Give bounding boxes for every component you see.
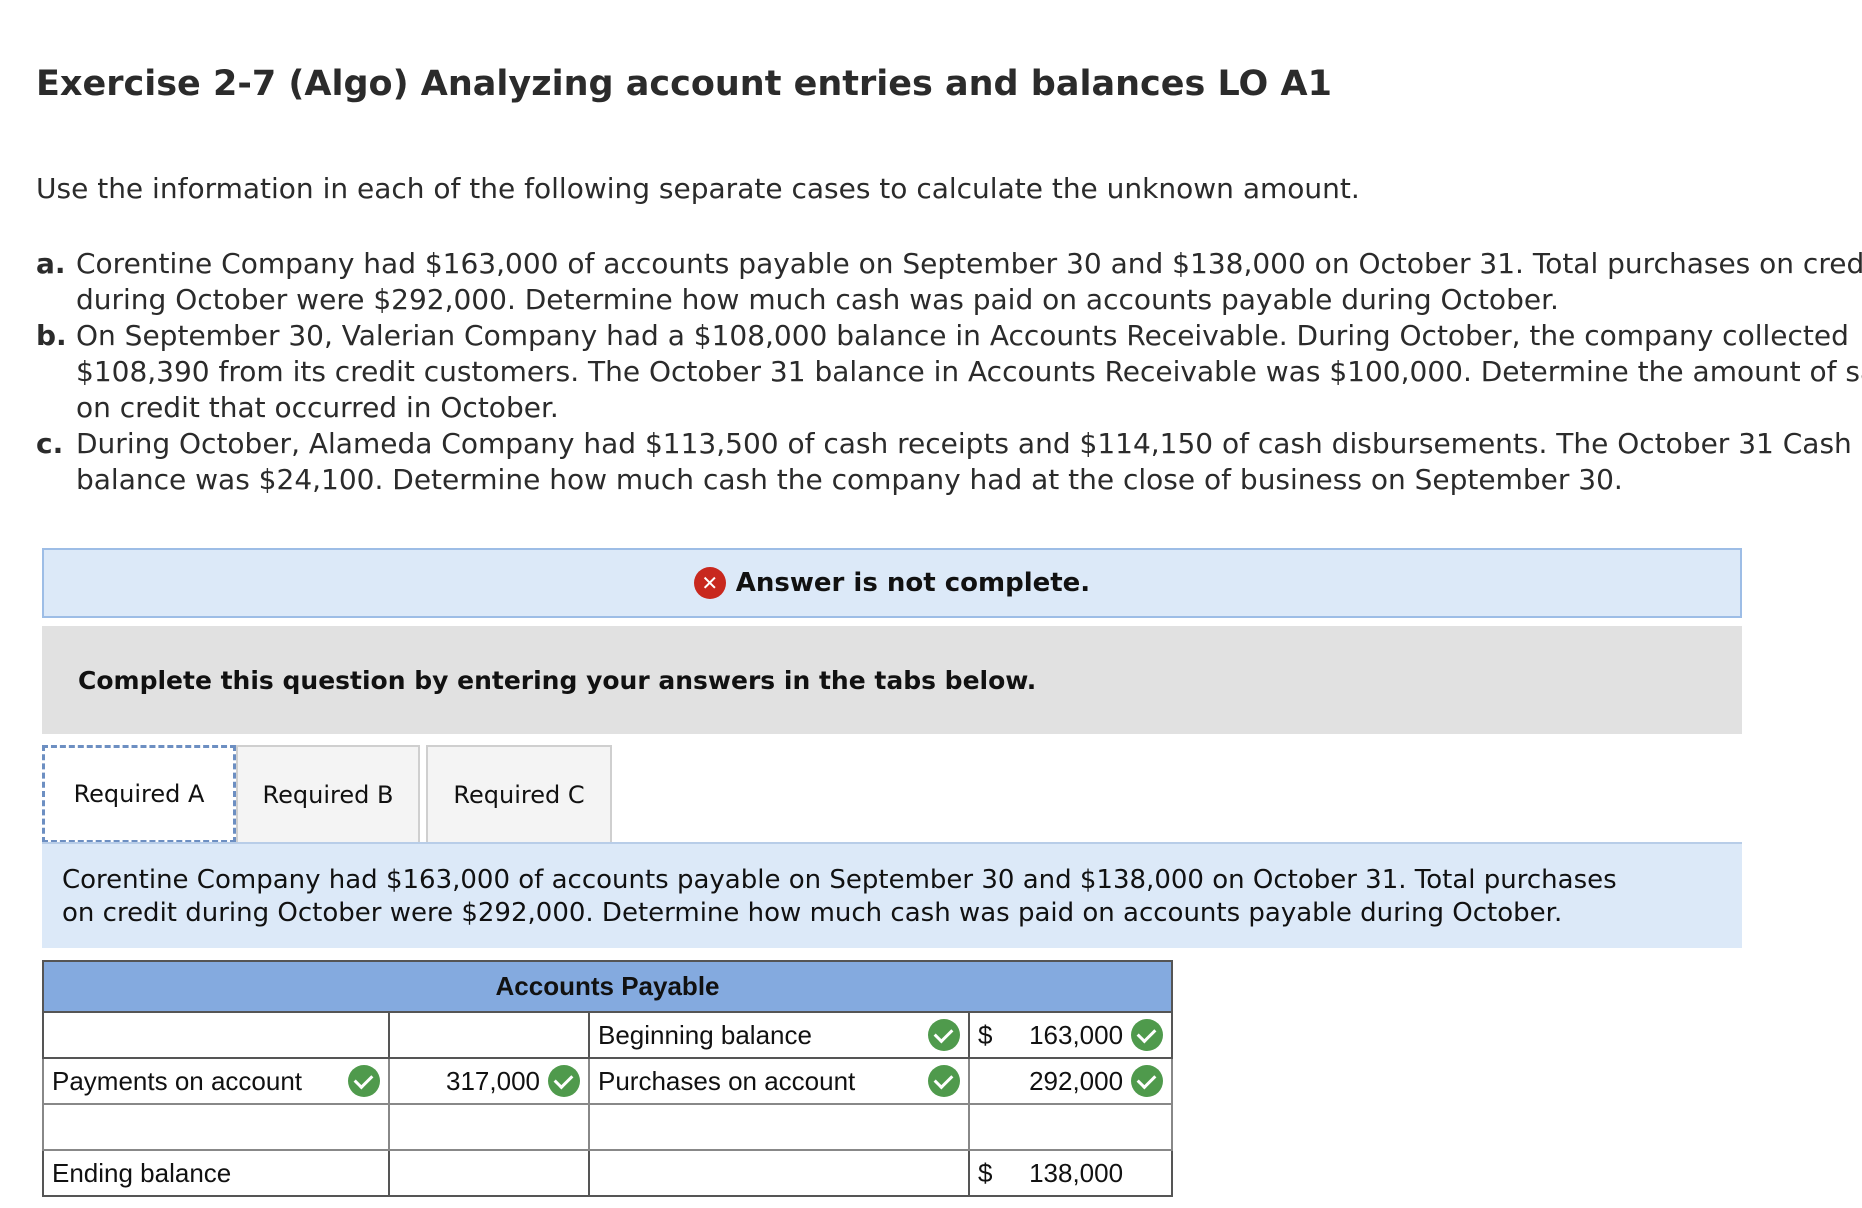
tab-required-a[interactable]: Required A — [42, 745, 236, 843]
case-letter: b. — [36, 319, 67, 352]
check-icon — [928, 1065, 960, 1097]
left-amount-cell[interactable] — [388, 1149, 590, 1197]
right-label-cell[interactable] — [588, 1103, 970, 1151]
case-c: c. During October, Alameda Company had $… — [36, 426, 1862, 498]
t-account-row — [42, 1103, 1174, 1151]
beginning-balance-value: 163,000 — [1029, 1019, 1124, 1050]
right-label-cell[interactable] — [588, 1149, 970, 1197]
ending-balance-label: Ending balance — [52, 1157, 232, 1188]
left-label-cell[interactable]: Payments on account — [42, 1057, 390, 1105]
check-icon — [548, 1065, 580, 1097]
currency-symbol: $ — [978, 1157, 993, 1188]
check-icon — [1131, 1019, 1164, 1051]
beginning-balance-label: Beginning balance — [598, 1019, 812, 1050]
check-icon — [928, 1019, 960, 1051]
instruction-banner: Complete this question by entering your … — [42, 626, 1742, 734]
tab-required-c[interactable]: Required C — [426, 745, 612, 843]
t-account-row: Payments on account 317,000 Purchases on… — [42, 1057, 1174, 1105]
x-circle-icon: ✕ — [693, 567, 726, 599]
case-text: During October, Alameda Company had $113… — [76, 427, 1852, 460]
case-text: $108,390 from its credit customers. The … — [76, 355, 1862, 388]
left-amount-cell[interactable] — [388, 1011, 590, 1059]
status-text: Answer is not complete. — [735, 568, 1091, 598]
case-text: On September 30, Valerian Company had a … — [76, 319, 1849, 352]
right-amount-cell[interactable]: $ 138,000 — [967, 1149, 1174, 1197]
left-label-cell[interactable]: Ending balance — [42, 1149, 390, 1197]
instruction-text: Complete this question by entering your … — [78, 665, 1037, 695]
case-text: balance was $24,100. Determine how much … — [76, 463, 1623, 496]
case-text: during October were $292,000. Determine … — [76, 283, 1559, 316]
right-label-cell[interactable]: Beginning balance — [588, 1011, 970, 1059]
case-letter: a. — [36, 247, 66, 280]
case-b: b. On September 30, Valerian Company had… — [36, 318, 1862, 426]
case-letter: c. — [36, 427, 64, 460]
t-account-row: Beginning balance $ 163,000 — [42, 1011, 1174, 1059]
right-amount-cell[interactable]: $ 163,000 — [967, 1011, 1174, 1059]
currency-symbol: $ — [978, 1019, 993, 1050]
prompt-text: on credit during October were $292,000. … — [62, 898, 1563, 928]
left-amount-cell[interactable] — [388, 1103, 590, 1151]
check-icon — [348, 1065, 380, 1097]
intro-text: Use the information in each of the follo… — [36, 172, 1360, 205]
prompt-text: Corentine Company had $163,000 of accoun… — [62, 865, 1617, 895]
check-icon — [1131, 1065, 1164, 1097]
purchases-on-account-label: Purchases on account — [598, 1065, 856, 1096]
purchases-on-account-value: 292,000 — [1029, 1065, 1124, 1096]
case-list: a. Corentine Company had $163,000 of acc… — [36, 246, 1862, 498]
ending-balance-value: 138,000 — [1029, 1157, 1124, 1188]
right-label-cell[interactable]: Purchases on account — [588, 1057, 970, 1105]
left-label-cell[interactable] — [42, 1103, 390, 1151]
answer-status-banner: ✕ Answer is not complete. — [42, 548, 1742, 618]
payments-on-account-label: Payments on account — [52, 1065, 303, 1096]
left-amount-cell[interactable]: 317,000 — [388, 1057, 590, 1105]
question-prompt: Corentine Company had $163,000 of accoun… — [42, 842, 1742, 948]
tab-required-b[interactable]: Required B — [236, 745, 420, 843]
page-title: Exercise 2-7 (Algo) Analyzing account en… — [36, 64, 1332, 104]
t-account-title: Accounts Payable — [41, 960, 1174, 1013]
t-account: Accounts Payable Beginning balance $ 163… — [41, 960, 1174, 1197]
right-amount-cell[interactable] — [967, 1103, 1174, 1151]
right-amount-cell[interactable]: 292,000 — [967, 1057, 1174, 1105]
case-a: a. Corentine Company had $163,000 of acc… — [36, 246, 1862, 318]
payments-on-account-value: 317,000 — [446, 1065, 540, 1096]
t-account-row: Ending balance $ 138,000 — [42, 1149, 1174, 1197]
case-text: on credit that occurred in October. — [76, 391, 559, 424]
left-label-cell[interactable] — [42, 1011, 390, 1059]
case-text: Corentine Company had $163,000 of accoun… — [76, 247, 1862, 280]
